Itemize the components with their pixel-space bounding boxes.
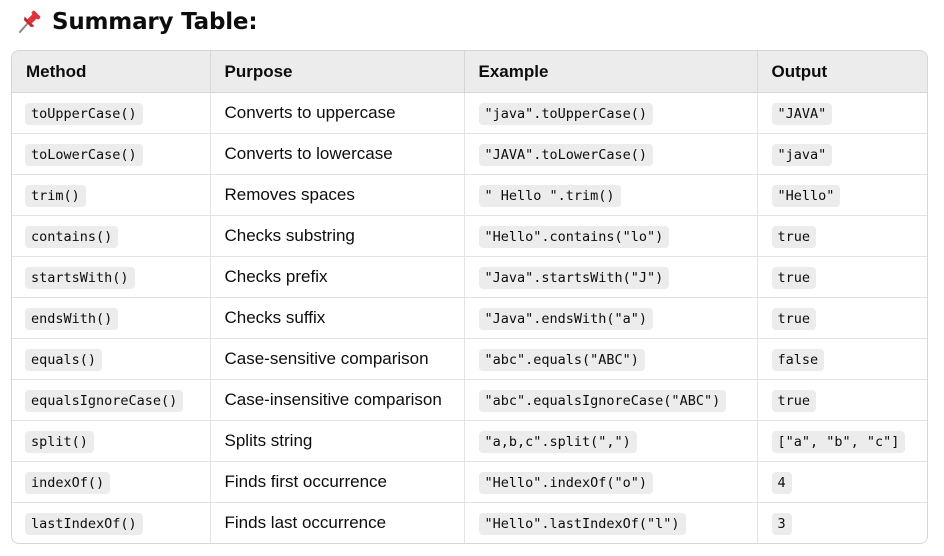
column-header-output: Output xyxy=(757,51,927,93)
method-cell: toLowerCase() xyxy=(12,133,211,175)
method-cell: indexOf() xyxy=(12,461,211,503)
example-cell: " Hello ".trim() xyxy=(464,174,758,216)
output-code: "java" xyxy=(771,144,833,166)
purpose-cell: Finds first occurrence xyxy=(210,461,465,503)
table-row: indexOf() Finds first occurrence "Hello".i… xyxy=(12,461,927,503)
column-header-purpose: Purpose xyxy=(210,51,465,93)
example-cell: "Java".startsWith("J") xyxy=(464,256,758,298)
method-code: indexOf() xyxy=(25,472,111,494)
purpose-cell: Checks suffix xyxy=(210,297,465,339)
table-row: startsWith() Checks prefix "Java".startsWi… xyxy=(12,256,927,298)
method-cell: endsWith() xyxy=(12,297,211,339)
summary-table-container: Method Purpose Example Output toUpperCas… xyxy=(11,50,928,544)
column-header-method: Method xyxy=(12,51,211,93)
method-cell: equalsIgnoreCase() xyxy=(12,379,211,421)
method-code: split() xyxy=(25,431,94,453)
output-code: 4 xyxy=(771,472,792,494)
output-cell: "java" xyxy=(757,133,927,175)
table-row: toLowerCase() Converts to lowercase "JAVA"… xyxy=(12,133,927,175)
example-code: "Java".startsWith("J") xyxy=(478,267,670,289)
example-code: "a,b,c".split(",") xyxy=(478,431,637,453)
output-code: true xyxy=(771,226,817,248)
output-code: true xyxy=(771,267,817,289)
output-code: true xyxy=(771,390,817,412)
table-header-row: Method Purpose Example Output xyxy=(12,51,927,93)
pushpin-icon xyxy=(19,10,41,33)
table-row: toUpperCase() Converts to uppercase "java"… xyxy=(12,92,927,134)
method-cell: startsWith() xyxy=(12,256,211,298)
output-code: "JAVA" xyxy=(771,103,833,125)
example-cell: "a,b,c".split(",") xyxy=(464,420,758,462)
purpose-cell: Removes spaces xyxy=(210,174,465,216)
table-row: split() Splits string "a,b,c".split(",") ["… xyxy=(12,420,927,462)
purpose-cell: Checks substring xyxy=(210,215,465,257)
output-cell: true xyxy=(757,379,927,421)
method-code: startsWith() xyxy=(25,267,135,289)
output-cell: ["a", "b", "c"] xyxy=(757,420,927,462)
example-cell: "Hello".contains("lo") xyxy=(464,215,758,257)
method-code: equals() xyxy=(25,349,103,371)
example-code: "abc".equalsIgnoreCase("ABC") xyxy=(478,390,727,412)
example-code: "Hello".indexOf("o") xyxy=(478,472,654,494)
example-cell: "abc".equals("ABC") xyxy=(464,338,758,380)
purpose-cell: Converts to lowercase xyxy=(210,133,465,175)
output-cell: 4 xyxy=(757,461,927,503)
example-cell: "Hello".indexOf("o") xyxy=(464,461,758,503)
method-cell: lastIndexOf() xyxy=(12,502,211,543)
example-cell: "JAVA".toLowerCase() xyxy=(464,133,758,175)
method-code: lastIndexOf() xyxy=(25,513,143,535)
section-heading: Summary Table: xyxy=(16,4,258,40)
method-cell: trim() xyxy=(12,174,211,216)
table-body: toUpperCase() Converts to uppercase "java"… xyxy=(12,92,927,544)
method-cell: equals() xyxy=(12,338,211,380)
example-cell: "Hello".lastIndexOf("l") xyxy=(464,502,758,543)
output-code: "Hello" xyxy=(771,185,841,207)
method-cell: split() xyxy=(12,420,211,462)
example-cell: "abc".equalsIgnoreCase("ABC") xyxy=(464,379,758,421)
purpose-cell: Case-insensitive comparison xyxy=(210,379,465,421)
summary-table: Method Purpose Example Output toUpperCas… xyxy=(12,51,927,543)
method-code: toLowerCase() xyxy=(25,144,143,166)
output-code: true xyxy=(771,308,817,330)
table-row: trim() Removes spaces " Hello ".trim() "Hel… xyxy=(12,174,927,216)
example-cell: "java".toUpperCase() xyxy=(464,92,758,134)
page-title: Summary Table: xyxy=(52,9,258,35)
output-code: ["a", "b", "c"] xyxy=(771,431,906,453)
method-cell: contains() xyxy=(12,215,211,257)
output-cell: "JAVA" xyxy=(757,92,927,134)
table-row: endsWith() Checks suffix "Java".endsWith("… xyxy=(12,297,927,339)
example-code: "JAVA".toLowerCase() xyxy=(478,144,654,166)
example-code: "Hello".contains("lo") xyxy=(478,226,670,248)
output-cell: 3 xyxy=(757,503,927,544)
output-code: 3 xyxy=(771,513,792,535)
purpose-cell: Case-sensitive comparison xyxy=(210,338,465,380)
output-cell: true xyxy=(757,215,927,257)
example-code: "Hello".lastIndexOf("l") xyxy=(478,513,686,535)
method-code: trim() xyxy=(25,185,86,207)
table-row: lastIndexOf() Finds last occurrence "Hello… xyxy=(12,502,927,544)
method-code: toUpperCase() xyxy=(25,103,143,125)
purpose-cell: Finds last occurrence xyxy=(210,502,465,543)
output-cell: true xyxy=(757,256,927,298)
table-row: contains() Checks substring "Hello".contai… xyxy=(12,215,927,257)
column-header-example: Example xyxy=(464,51,758,93)
output-cell: true xyxy=(757,297,927,339)
purpose-cell: Checks prefix xyxy=(210,256,465,298)
method-cell: toUpperCase() xyxy=(12,92,211,134)
example-code: "abc".equals("ABC") xyxy=(478,349,645,371)
method-code: equalsIgnoreCase() xyxy=(25,390,184,412)
example-cell: "Java".endsWith("a") xyxy=(464,297,758,339)
method-code: endsWith() xyxy=(25,308,119,330)
table-row: equals() Case-sensitive comparison "abc".e… xyxy=(12,338,927,380)
output-cell: false xyxy=(757,338,927,380)
example-code: "java".toUpperCase() xyxy=(478,103,654,125)
output-code: false xyxy=(771,349,825,371)
example-code: " Hello ".trim() xyxy=(478,185,621,207)
purpose-cell: Converts to uppercase xyxy=(210,92,465,134)
table-row: equalsIgnoreCase() Case-insensitive compa… xyxy=(12,379,927,421)
output-cell: "Hello" xyxy=(757,174,927,216)
method-code: contains() xyxy=(25,226,119,248)
example-code: "Java".endsWith("a") xyxy=(478,308,654,330)
purpose-cell: Splits string xyxy=(210,420,465,462)
